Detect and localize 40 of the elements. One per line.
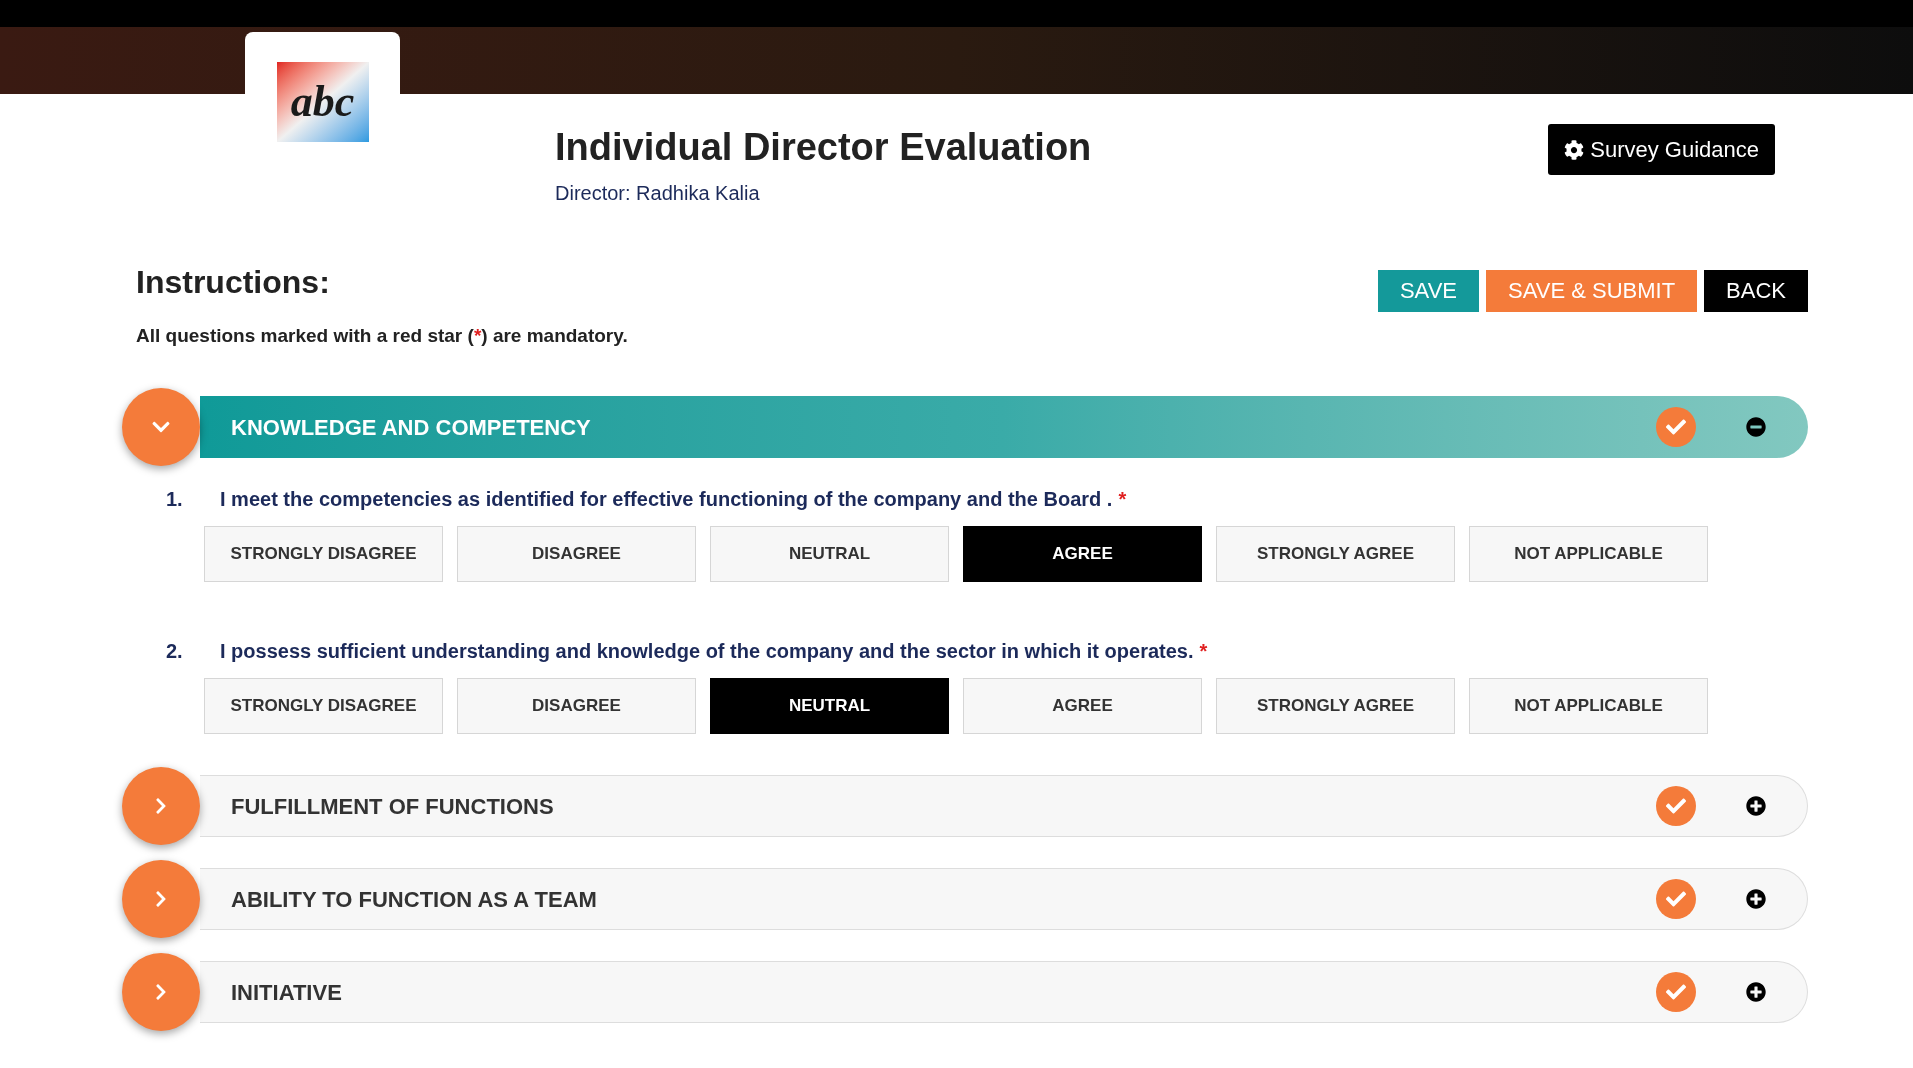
settings-icon: [1564, 139, 1585, 160]
answer-option[interactable]: AGREE: [963, 526, 1202, 582]
expand-toggle[interactable]: [122, 767, 200, 845]
answer-option[interactable]: NOT APPLICABLE: [1469, 678, 1708, 734]
question-text: I possess sufficient understanding and knowledge of the company and the sector in which it operates.: [220, 639, 1194, 664]
question-number: 2.: [166, 639, 184, 664]
survey-guidance-button[interactable]: Survey Guidance: [1548, 124, 1775, 175]
answer-option[interactable]: AGREE: [963, 678, 1202, 734]
expand-toggle[interactable]: [122, 860, 200, 938]
collapse-icon[interactable]: [1746, 417, 1766, 437]
required-label: *: [1118, 487, 1127, 512]
answer-option[interactable]: STRONGLY DISAGREE: [204, 678, 443, 734]
expand-toggle[interactable]: [122, 953, 200, 1031]
answer-option[interactable]: STRONGLY DISAGREE: [204, 526, 443, 582]
question-number: 1.: [166, 487, 184, 512]
required-label: *: [1199, 639, 1208, 664]
section-title: FULFILLMENT OF FUNCTIONS: [231, 792, 554, 821]
question-text: I meet the competencies as identified for effective functioning of the company and the Board .: [220, 487, 1113, 512]
section-title: ABILITY TO FUNCTION AS A TEAM: [231, 885, 597, 914]
expand-toggle[interactable]: [122, 388, 200, 466]
page-title: Individual Director Evaluation: [555, 125, 1092, 170]
director-name: Director: Radhika Kalia: [555, 180, 761, 206]
answer-option[interactable]: STRONGLY AGREE: [1216, 526, 1455, 582]
answer-option[interactable]: DISAGREE: [457, 526, 696, 582]
expand-icon[interactable]: [1746, 982, 1766, 1002]
answer-option[interactable]: DISAGREE: [457, 678, 696, 734]
instructions-text: All questions marked with a red star (*) are mandatory.: [136, 323, 628, 348]
answer-option[interactable]: NEUTRAL: [710, 526, 949, 582]
answer-option[interactable]: NOT APPLICABLE: [1469, 526, 1708, 582]
expand-icon[interactable]: [1746, 889, 1766, 909]
section-title: KNOWLEDGE AND COMPETENCY: [231, 413, 591, 442]
answer-option[interactable]: NEUTRAL: [710, 678, 949, 734]
instructions-heading: Instructions:: [136, 262, 331, 302]
expand-icon[interactable]: [1746, 796, 1766, 816]
logo: abc: [276, 62, 369, 142]
back-button[interactable]: BACK: [1704, 269, 1808, 312]
answer-option[interactable]: STRONGLY AGREE: [1216, 678, 1455, 734]
section-header[interactable]: [200, 868, 1808, 930]
section-header[interactable]: [200, 775, 1808, 837]
section-title: INITIATIVE: [231, 978, 342, 1007]
